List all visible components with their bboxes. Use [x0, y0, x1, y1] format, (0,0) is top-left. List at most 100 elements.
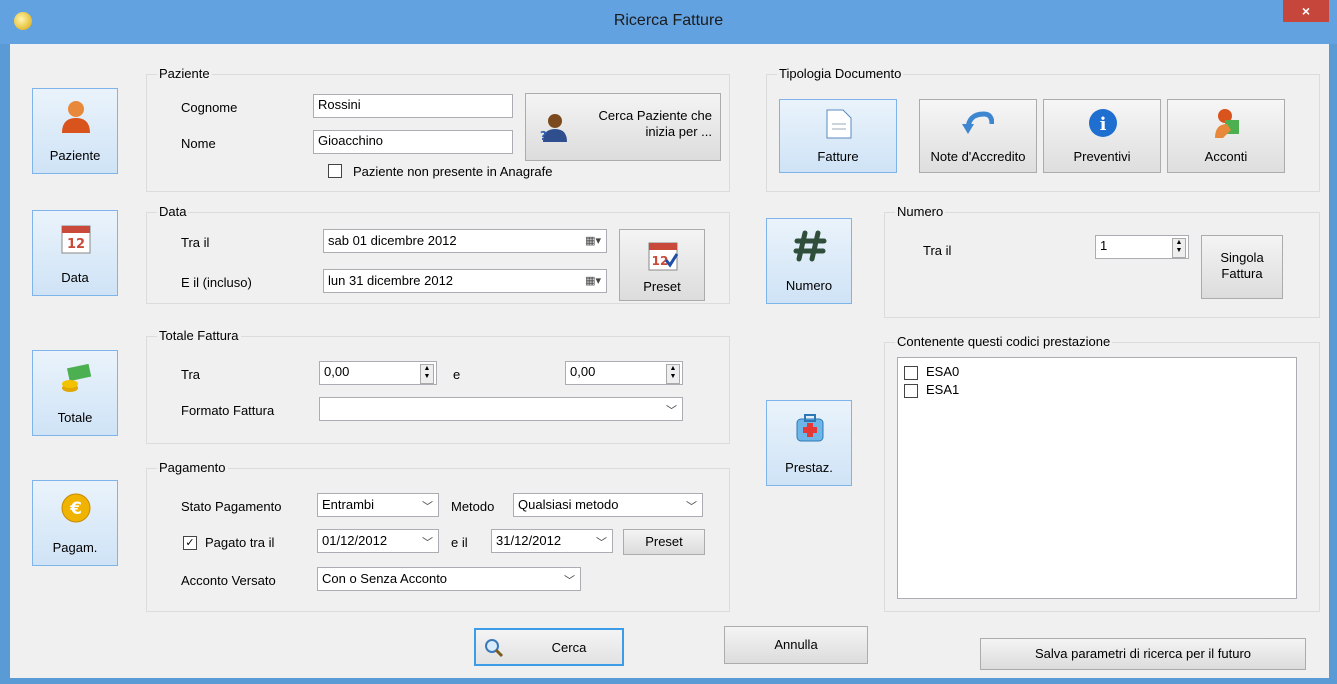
pagato-from-value: 01/12/2012 [322, 533, 388, 548]
salva-parametri-button[interactable]: Salva parametri di ricerca per il futuro [980, 638, 1306, 670]
date-from-value: sab 01 dicembre 2012 [328, 233, 457, 248]
codice-checkbox[interactable] [904, 366, 918, 380]
spinner-icon[interactable]: ▲ ▼ [1172, 238, 1186, 258]
stato-value: Entrambi [322, 497, 375, 512]
cerca-label: Cerca [551, 640, 587, 655]
chevron-down-icon: ﹀ [666, 405, 677, 417]
tipologia-preventivi-button[interactable]: i Preventivi [1043, 99, 1161, 173]
not-present-checkbox[interactable] [328, 164, 342, 178]
totale-e-label: e [453, 367, 461, 382]
sidebar-data-label: Data [61, 270, 89, 285]
tipologia-fatture-label: Fatture [817, 149, 859, 164]
date-to-label: E il (incluso) [181, 275, 252, 290]
date-preset-label: Preset [643, 279, 681, 294]
sidebar-data-button[interactable]: 12 Data [32, 210, 118, 296]
totale-max-input[interactable]: 0,00 ▲ ▼ [565, 361, 683, 385]
data-group-label: Data [157, 204, 189, 219]
hash-icon [793, 230, 827, 262]
tipologia-preventivi-label: Preventivi [1073, 149, 1131, 164]
undo-arrow-icon [962, 111, 994, 134]
svg-text:i: i [1100, 114, 1107, 135]
numero-button[interactable]: Numero [766, 218, 852, 304]
codici-list[interactable]: ESA0 ESA1 [897, 357, 1297, 599]
pagato-preset-button[interactable]: Preset [623, 529, 705, 555]
svg-text:12: 12 [67, 237, 85, 252]
metodo-value: Qualsiasi metodo [518, 497, 619, 512]
sidebar-paziente-button[interactable]: Paziente [32, 88, 118, 174]
acconto-select[interactable]: Con o Senza Acconto ﹀ [317, 567, 581, 591]
svg-text:?: ? [540, 129, 547, 143]
euro-coin-icon: € [61, 493, 91, 523]
stato-label: Stato Pagamento [181, 499, 282, 514]
prestaz-button-label: Prestaz. [785, 460, 833, 475]
paziente-group: Paziente Cognome Rossini Nome Gioacchino… [146, 66, 730, 192]
metodo-label: Metodo [451, 499, 495, 514]
main-window: Ricerca Fatture × Paziente 12 Data Total… [0, 0, 1337, 684]
tipologia-group: Tipologia Documento Fatture Note d'Accre… [766, 66, 1320, 192]
pagamento-group-label: Pagamento [157, 460, 228, 475]
nome-label: Nome [181, 136, 216, 151]
sidebar-paziente-label: Paziente [49, 148, 101, 163]
date-from-picker[interactable]: sab 01 dicembre 2012 ▦▾ [323, 229, 607, 253]
nome-input[interactable]: Gioacchino [313, 130, 513, 154]
sidebar-totale-button[interactable]: Totale [32, 350, 118, 436]
sidebar-pagamento-label: Pagam. [52, 540, 98, 555]
cerca-button[interactable]: Cerca [474, 628, 624, 666]
codice-label: ESA1 [926, 382, 960, 397]
totale-min-value: 0,00 [324, 364, 350, 379]
money-icon [62, 363, 92, 392]
formato-label: Formato Fattura [181, 403, 275, 418]
pagato-to-picker[interactable]: 31/12/2012 ﹀ [491, 529, 613, 553]
stato-select[interactable]: Entrambi ﹀ [317, 493, 439, 517]
pagato-checkbox[interactable]: ✓ [183, 536, 197, 550]
dialog-body: Paziente 12 Data Totale € Pagam. Pazient… [10, 44, 1329, 678]
cognome-label: Cognome [181, 100, 238, 115]
chevron-down-icon: ﹀ [596, 537, 607, 549]
medical-kit-icon [796, 414, 824, 442]
tipologia-group-label: Tipologia Documento [777, 66, 904, 81]
date-preset-button[interactable]: 12 Preset [619, 229, 705, 301]
numero-group-label: Numero [895, 204, 946, 219]
calendar-dropdown-icon: ▦▾ [585, 235, 601, 247]
formato-select[interactable]: ﹀ [319, 397, 683, 421]
pagato-label: Pagato tra il [205, 535, 275, 550]
info-icon: i [1089, 109, 1117, 137]
metodo-select[interactable]: Qualsiasi metodo ﹀ [513, 493, 703, 517]
calendar-dropdown-icon: ▦▾ [585, 275, 601, 287]
pagamento-group: Pagamento Stato Pagamento Entrambi ﹀ Met… [146, 460, 730, 612]
person-search-icon: ? [540, 114, 567, 143]
tipologia-note-label: Note d'Accredito [930, 149, 1026, 164]
close-button[interactable]: × [1283, 0, 1329, 22]
sidebar-totale-label: Totale [57, 410, 93, 425]
sidebar-pagamento-button[interactable]: € Pagam. [32, 480, 118, 566]
codice-checkbox[interactable] [904, 384, 918, 398]
prestaz-button[interactable]: Prestaz. [766, 400, 852, 486]
pagato-to-value: 31/12/2012 [496, 533, 562, 548]
spinner-icon[interactable]: ▲ ▼ [420, 364, 434, 384]
totale-min-input[interactable]: 0,00 ▲ ▼ [319, 361, 437, 385]
title-bar[interactable]: Ricerca Fatture × [0, 0, 1337, 44]
calendar-check-icon: 12 [648, 242, 679, 271]
annulla-button[interactable]: Annulla [724, 626, 868, 664]
person-icon [62, 101, 90, 133]
date-from-label: Tra il [181, 235, 210, 250]
tipologia-acconti-button[interactable]: Acconti [1167, 99, 1285, 173]
window-title: Ricerca Fatture [613, 12, 724, 29]
date-to-picker[interactable]: lun 31 dicembre 2012 ▦▾ [323, 269, 607, 293]
spinner-icon[interactable]: ▲ ▼ [666, 364, 680, 384]
date-to-value: lun 31 dicembre 2012 [328, 273, 454, 288]
cognome-input[interactable]: Rossini [313, 94, 513, 118]
numero-input[interactable]: 1 ▲ ▼ [1095, 235, 1189, 259]
pagato-eil-label: e il [451, 535, 468, 550]
chevron-down-icon: ﹀ [564, 575, 575, 587]
tipologia-fatture-button[interactable]: Fatture [779, 99, 897, 173]
document-icon [826, 109, 852, 139]
cerca-paziente-button[interactable]: ? Cerca Paziente che inizia per ... [525, 93, 721, 161]
calendar-icon: 12 [61, 225, 91, 254]
numero-button-label: Numero [785, 278, 833, 293]
singola-fattura-button[interactable]: Singola Fattura [1201, 235, 1283, 299]
not-present-label: Paziente non presente in Anagrafe [353, 164, 553, 179]
acconto-label: Acconto Versato [181, 573, 276, 588]
pagato-from-picker[interactable]: 01/12/2012 ﹀ [317, 529, 439, 553]
tipologia-note-button[interactable]: Note d'Accredito [919, 99, 1037, 173]
